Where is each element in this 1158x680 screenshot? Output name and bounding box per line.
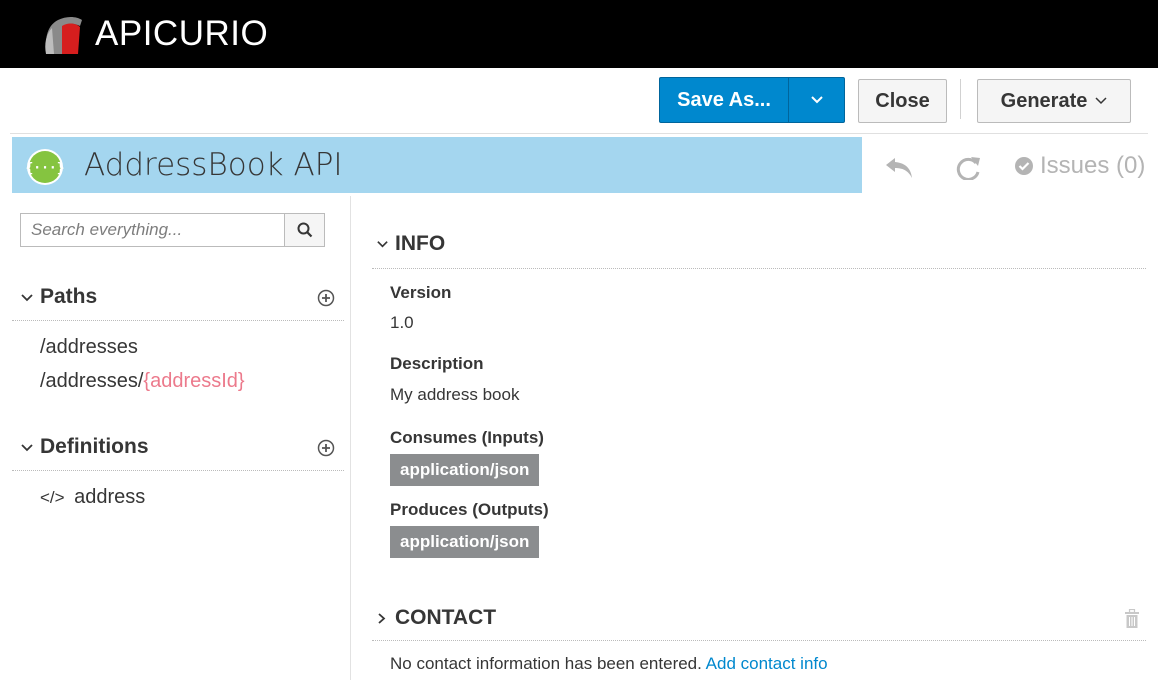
code-icon: </> <box>40 488 65 507</box>
definition-item-address[interactable]: </> address <box>40 485 145 510</box>
trash-icon[interactable] <box>1124 609 1140 629</box>
chevron-down-icon <box>810 96 823 104</box>
toolbar-divider <box>960 79 961 119</box>
produces-mime-badge[interactable]: application/json <box>390 526 540 558</box>
definitions-section-header[interactable]: Definitions <box>20 429 345 469</box>
redo-icon[interactable] <box>954 154 982 180</box>
paths-section-header[interactable]: Paths <box>20 279 345 319</box>
chevron-down-icon <box>1095 97 1107 105</box>
search-button[interactable] <box>284 214 324 246</box>
definition-name: address <box>74 486 146 508</box>
definitions-divider <box>12 470 344 471</box>
api-title[interactable]: AddressBook API <box>84 145 343 185</box>
add-definition-icon[interactable] <box>317 439 335 457</box>
generate-label: Generate <box>1000 89 1088 112</box>
issues-button[interactable]: Issues (0) <box>1014 152 1145 180</box>
navigation-sidebar: Paths /addresses /addresses/{addressId} … <box>0 196 351 680</box>
save-as-dropdown-button[interactable] <box>788 77 845 123</box>
generate-button[interactable]: Generate <box>977 79 1131 123</box>
undo-icon[interactable] <box>884 156 914 180</box>
close-label: Close <box>875 89 930 112</box>
contact-section-header[interactable]: CONTACT <box>376 606 496 630</box>
brand-name[interactable]: APICURIO <box>95 14 268 54</box>
close-button[interactable]: Close <box>858 79 947 123</box>
save-as-label: Save As... <box>677 88 771 111</box>
apicurio-logo-icon <box>45 17 82 54</box>
api-title-bar: {···} AddressBook API Issues (0) <box>0 134 1158 196</box>
description-label: Description <box>390 354 484 373</box>
version-label: Version <box>390 283 452 302</box>
description-value[interactable]: My address book <box>390 385 519 405</box>
paths-title: Paths <box>40 285 98 308</box>
search-box <box>20 213 325 247</box>
main-content: INFO Version 1.0 Description My address … <box>352 196 1158 680</box>
openapi-logo-icon: {···} <box>26 149 64 185</box>
definitions-title: Definitions <box>40 435 149 458</box>
search-icon <box>297 222 312 238</box>
save-as-button[interactable]: Save As... <box>659 77 788 123</box>
brand-bar: APICURIO <box>0 0 1158 68</box>
add-contact-info-link[interactable]: Add contact info <box>706 654 828 673</box>
path-item-addresses[interactable]: /addresses <box>40 335 138 359</box>
chevron-down-icon <box>21 444 33 452</box>
path-text: /addresses/ <box>40 370 144 392</box>
info-divider <box>372 268 1146 269</box>
info-title: INFO <box>395 232 446 255</box>
contact-empty-text: No contact information has been entered. <box>390 654 702 673</box>
consumes-mime-badge[interactable]: application/json <box>390 454 540 486</box>
path-item-address-id[interactable]: /addresses/{addressId} <box>40 369 245 393</box>
produces-label: Produces (Outputs) <box>390 500 549 519</box>
chevron-right-icon <box>378 612 386 624</box>
search-input[interactable] <box>21 214 284 246</box>
chevron-down-icon <box>21 294 33 302</box>
svg-text:{···}: {···} <box>26 161 64 176</box>
add-path-icon[interactable] <box>317 289 335 307</box>
path-text: /addresses <box>40 336 138 358</box>
contact-divider <box>372 640 1146 641</box>
chevron-down-icon <box>377 240 388 248</box>
editor-toolbar: Save As... Close Generate <box>0 68 1158 134</box>
info-section-header[interactable]: INFO <box>376 232 445 256</box>
check-circle-icon <box>1015 157 1033 175</box>
contact-title: CONTACT <box>395 606 497 629</box>
version-value[interactable]: 1.0 <box>390 313 414 333</box>
paths-divider <box>12 320 344 321</box>
issues-label: Issues (0) <box>1040 152 1146 179</box>
contact-message: No contact information has been entered.… <box>390 654 828 674</box>
path-param: {addressId} <box>143 370 245 392</box>
consumes-label: Consumes (Inputs) <box>390 428 544 447</box>
